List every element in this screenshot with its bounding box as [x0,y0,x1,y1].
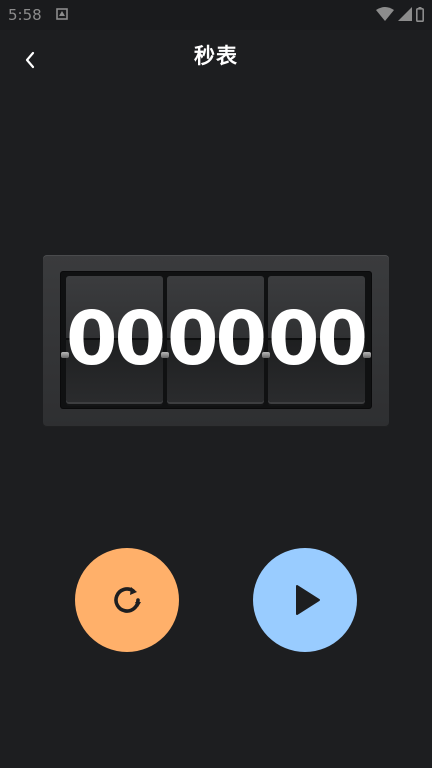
status-icons [376,6,424,22]
digits-seconds: 00 [268,296,365,382]
status-bar: 5:58 [0,0,432,30]
reset-icon [114,587,141,613]
flip-clock: 00 00 00 [43,255,389,427]
play-button[interactable] [253,548,357,652]
battery-icon [416,6,424,22]
signal-icon [398,7,412,21]
hinge [262,352,270,358]
hinge [161,352,169,358]
status-time: 5:58 [8,6,42,24]
digits-hours: 00 [66,296,163,382]
flip-card-seconds: 00 [268,276,365,402]
notification-icon [56,8,68,20]
play-icon [296,585,320,615]
flip-card-minutes: 00 [167,276,264,402]
flip-card-hours: 00 [66,276,163,402]
hinge [363,352,371,358]
wifi-icon [376,7,394,21]
hinge [61,352,69,358]
page-title: 秒表 [194,44,238,68]
reset-button[interactable] [75,548,179,652]
flip-frame: 00 00 00 [61,272,371,408]
digits-minutes: 00 [167,296,264,382]
